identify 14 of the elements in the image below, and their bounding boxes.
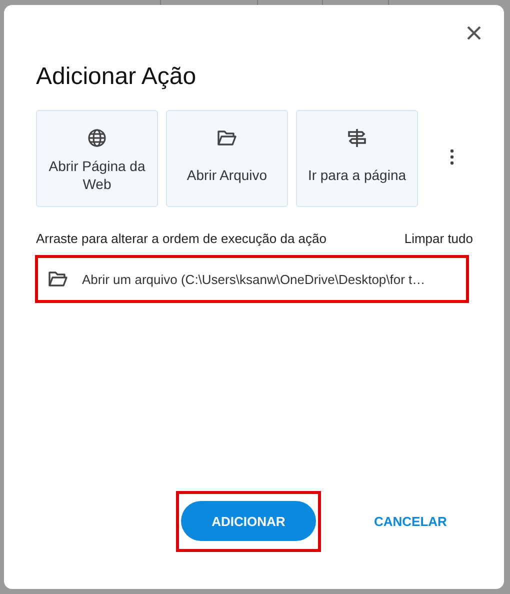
step-label: Abrir um arquivo (C:\Users\ksanw\OneDrive\Desktop\for t…	[82, 272, 426, 286]
signpost-icon	[347, 128, 367, 148]
action-card[interactable]: Abrir Página da Web	[36, 110, 158, 207]
folder-icon	[48, 271, 68, 287]
dialog-title: Adicionar Ação	[36, 62, 196, 92]
action-card[interactable]: Ir para a página	[296, 110, 418, 207]
action-card[interactable]: Abrir Arquivo	[166, 110, 288, 207]
folder-icon	[217, 130, 237, 146]
clear-all-link[interactable]: Limpar tudo	[404, 231, 473, 246]
cancel-button[interactable]: CANCELAR	[370, 506, 451, 536]
add-button[interactable]: ADICIONAR	[181, 501, 316, 541]
instruction-text: Arraste para alterar a ordem de execução da ação	[36, 231, 327, 246]
globe-icon	[87, 128, 107, 148]
action-step[interactable]: Abrir um arquivo (C:\Users\ksanw\OneDrive\Desktop\for t…	[38, 258, 466, 300]
